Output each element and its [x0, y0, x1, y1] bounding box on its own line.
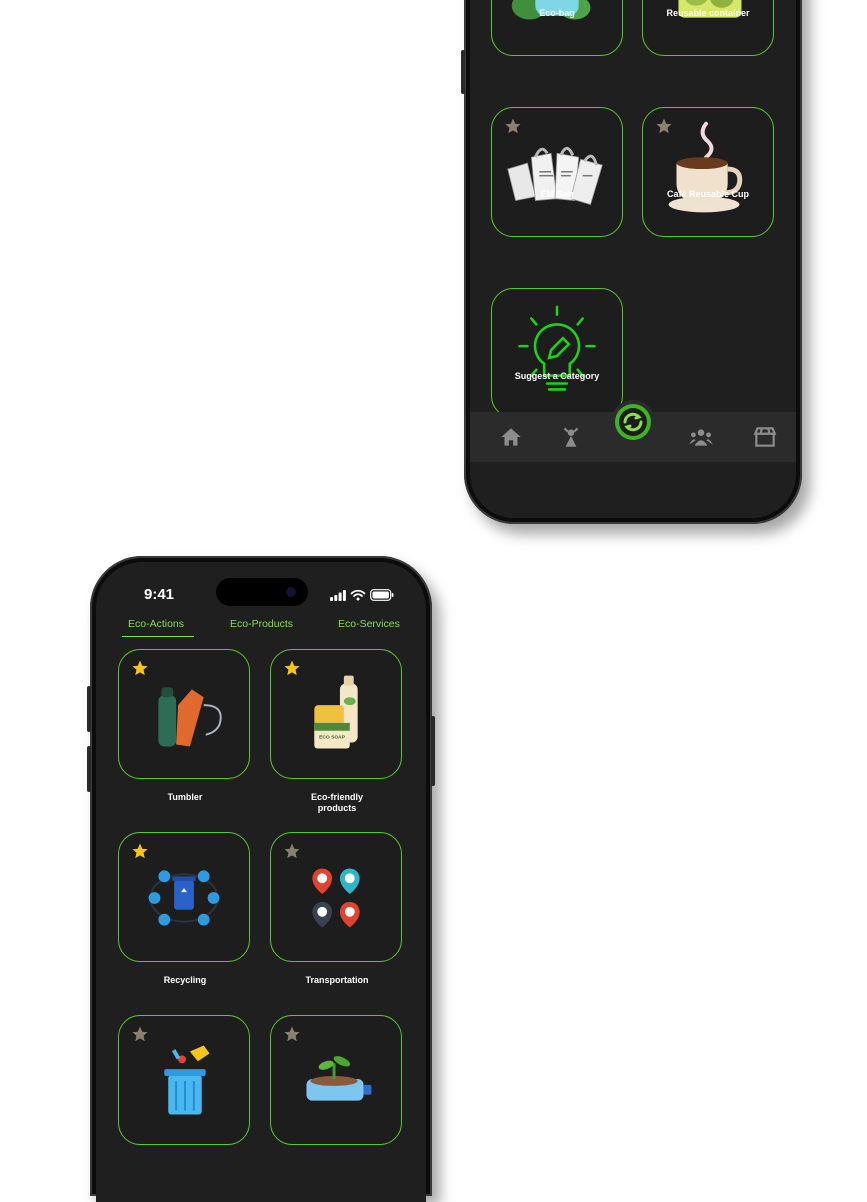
transportation-pins-illustration: [312, 868, 360, 928]
volume-button: [87, 686, 91, 732]
card-label-eco-friendly-products: Eco-friendly products: [310, 792, 363, 813]
eco-center-icon: [615, 404, 651, 440]
card-cafe-cup[interactable]: [642, 107, 774, 237]
activity-icon[interactable]: [558, 424, 584, 450]
lightbulb-pencil-icon: [518, 305, 596, 391]
tab-eco-actions[interactable]: Eco-Actions: [128, 618, 184, 630]
plant-bottle-illustration: [306, 1056, 372, 1101]
community-icon[interactable]: [688, 424, 714, 450]
card-label-transportation: Transportation: [305, 975, 369, 985]
dynamic-island: [216, 578, 308, 606]
card-label-recycling: Recycling: [163, 975, 207, 985]
bottom-nav-bar: [470, 400, 796, 462]
card-plant-bottle[interactable]: [270, 1015, 402, 1145]
signal-icon: [330, 590, 346, 601]
wifi-icon: [350, 589, 366, 601]
home-icon[interactable]: [498, 424, 524, 450]
card-recycling[interactable]: [118, 832, 250, 962]
tab-eco-products[interactable]: Eco-Products: [230, 618, 293, 630]
camera-icon: [286, 587, 296, 597]
eco-products-illustration: ECO SOAP: [314, 675, 358, 749]
card-label-cafe-cup: Café Reusable Cup: [666, 189, 750, 199]
battery-icon: [370, 589, 394, 601]
card-label-em-bag: EM Bag: [540, 189, 574, 199]
coffee-cup-illustration: [668, 121, 743, 213]
card-eco-friendly-products[interactable]: ECO SOAP: [270, 649, 402, 779]
eco-soap-text: ECO SOAP: [319, 735, 346, 741]
phone-mockup-bottom: 9:41 Eco-Actions Eco-Products Eco-Servic…: [87, 556, 435, 1202]
card-label-suggest-category: Suggest a Category: [514, 371, 600, 381]
category-screen: NO Eco-bag Reusable container: [470, 0, 796, 518]
card-tumbler[interactable]: [118, 649, 250, 779]
eco-actions-screen: 9:41 Eco-Actions Eco-Products Eco-Servic…: [96, 562, 426, 1202]
store-icon[interactable]: [752, 424, 778, 450]
trash-bin-illustration: [164, 1045, 210, 1115]
tab-eco-services[interactable]: Eco-Services: [338, 618, 400, 630]
phone-mockup-top: NO Eco-bag Reusable container: [461, 0, 802, 524]
card-transportation[interactable]: [270, 832, 402, 962]
category-tabs: Eco-Actions Eco-Products Eco-Services: [96, 618, 426, 640]
active-tab-indicator: [122, 636, 194, 637]
recycling-illustration: [148, 870, 220, 926]
card-waste-bin[interactable]: [118, 1015, 250, 1145]
eco-center-button[interactable]: [611, 400, 655, 444]
power-button: [431, 716, 435, 786]
volume-button: [461, 50, 465, 94]
card-label-reusable-container: Reusable container: [666, 8, 750, 18]
card-label-tumbler: Tumbler: [167, 792, 203, 802]
em-bag-illustration: [507, 146, 603, 205]
tumbler-illustration: [158, 687, 222, 747]
status-time: 9:41: [144, 586, 175, 603]
card-em-bag[interactable]: [491, 107, 623, 237]
card-suggest-category[interactable]: [491, 288, 623, 418]
card-label-eco-bag: Eco-bag: [539, 8, 575, 18]
volume-button: [87, 746, 91, 792]
